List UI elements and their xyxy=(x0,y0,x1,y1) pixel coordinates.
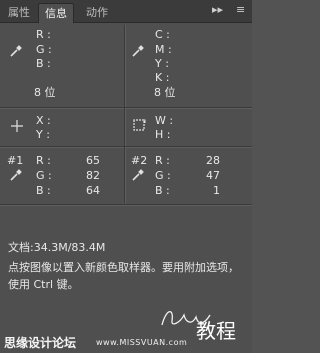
divider xyxy=(0,107,252,108)
panel-menu-button[interactable]: ≡ xyxy=(236,3,245,16)
color1-r-label: R : xyxy=(36,28,51,41)
divider xyxy=(0,204,252,205)
color2-c-label: C : xyxy=(155,28,170,41)
eyedropper-icon[interactable] xyxy=(131,44,145,58)
sampler2-id: #2 xyxy=(131,154,148,167)
color1-b-label: B : xyxy=(36,57,51,70)
sampler1-id: #1 xyxy=(7,154,24,167)
sampler1-g-value: 82 xyxy=(86,169,100,182)
divider xyxy=(0,146,252,147)
hint-text: 点按图像以置入新颜色取样器。要用附加选项，使用 Ctrl 键。 xyxy=(8,261,239,291)
watermark-forum: 思缘设计论坛 xyxy=(4,336,77,350)
sampler1-b-label: B : xyxy=(36,184,51,197)
tab-properties[interactable]: 属性 xyxy=(2,3,36,22)
sampler2-g-label: G : xyxy=(155,169,171,182)
tab-actions[interactable]: 动作 xyxy=(80,3,114,22)
color2-m-label: M : xyxy=(155,43,172,56)
color1-g-label: G : xyxy=(36,43,52,56)
watermark-title: 教程 xyxy=(196,319,236,343)
sampler2-g-value: 47 xyxy=(206,169,220,182)
document-size-status: 文档:34.3M/83.4M xyxy=(8,241,106,254)
divider-vertical xyxy=(124,147,125,203)
position-x-label: X : xyxy=(36,114,51,127)
divider-vertical xyxy=(124,108,125,146)
eyedropper-icon[interactable] xyxy=(9,44,23,58)
sampler1-r-label: R : xyxy=(36,154,51,167)
size-w-label: W : xyxy=(155,114,174,127)
sampler2-b-label: B : xyxy=(155,184,170,197)
tab-bar: 属性 信息 动作 ▸▸ ≡ xyxy=(0,0,252,23)
sampler1-g-label: G : xyxy=(36,169,52,182)
eyedropper-icon[interactable] xyxy=(131,168,145,182)
color2-y-label: Y : xyxy=(155,57,169,70)
panel-collapse-button[interactable]: ▸▸ xyxy=(212,3,223,16)
sampler1-b-value: 64 xyxy=(86,184,100,197)
watermark-url: www.MISSVUAN.com xyxy=(96,338,188,347)
size-h-label: H : xyxy=(155,128,171,141)
tab-info[interactable]: 信息 xyxy=(38,3,74,23)
color2-bit-depth: 8 位 xyxy=(154,86,176,99)
sampler2-b-value: 1 xyxy=(213,184,220,197)
color2-k-label: K : xyxy=(155,71,170,84)
sampler1-r-value: 65 xyxy=(86,154,100,167)
color1-bit-depth: 8 位 xyxy=(34,86,56,99)
sampler2-r-label: R : xyxy=(155,154,170,167)
crosshair-icon xyxy=(11,120,23,132)
divider-vertical xyxy=(124,25,125,107)
position-y-label: Y : xyxy=(36,128,50,141)
eyedropper-icon[interactable] xyxy=(9,168,23,182)
selection-size-icon xyxy=(133,119,146,131)
sampler2-r-value: 28 xyxy=(206,154,220,167)
info-panel: 属性 信息 动作 ▸▸ ≡ R : G : B : 8 位 C : M : Y … xyxy=(0,0,252,353)
